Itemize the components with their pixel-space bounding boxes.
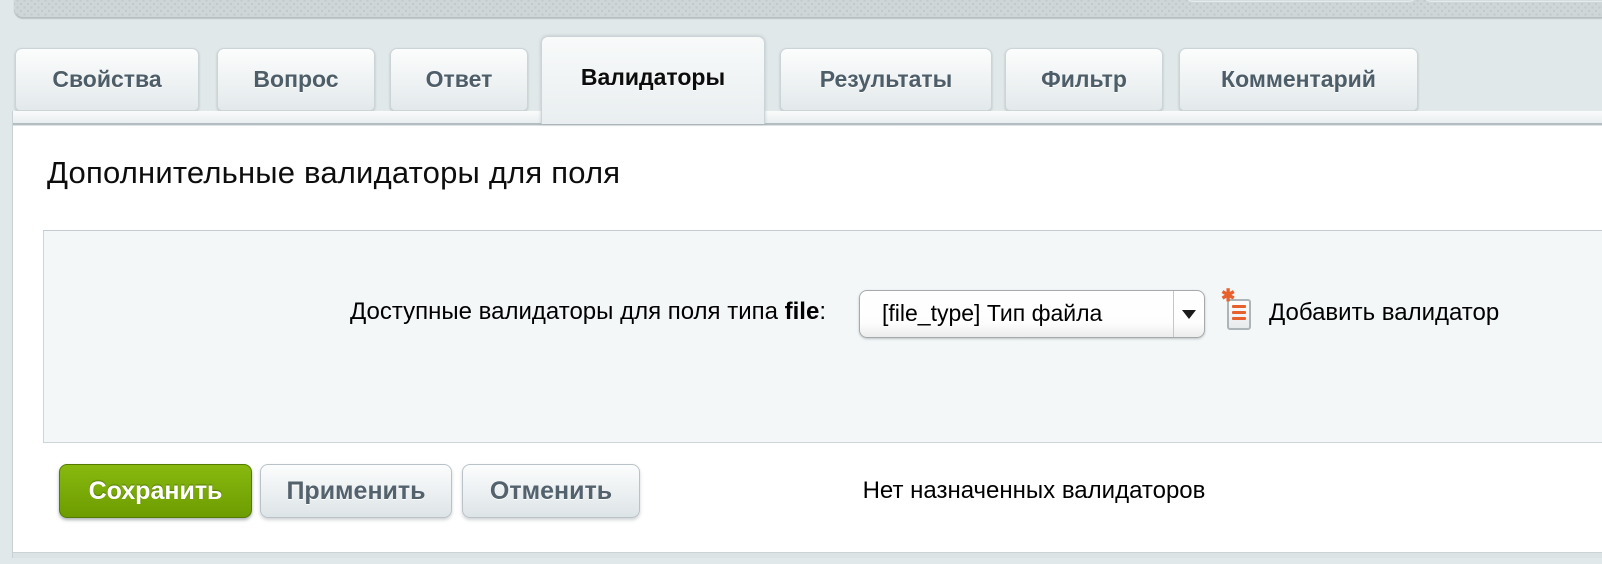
add-validator-link[interactable]: Добавить валидатор <box>1269 299 1499 327</box>
validator-select[interactable]: [file_type] Тип файла <box>859 290 1205 338</box>
tab-answer[interactable]: Ответ <box>390 48 528 111</box>
tab-shelf <box>13 111 1602 123</box>
available-validators-label: Доступные валидаторы для поля типа file: <box>44 298 826 326</box>
page-bottom-strip <box>13 552 1602 558</box>
tab-validators[interactable]: Валидаторы <box>541 36 765 124</box>
available-validators-row: Доступные валидаторы для поля типа file:… <box>44 289 1602 339</box>
tab-label: Комментарий <box>1221 66 1376 93</box>
tab-results[interactable]: Результаты <box>780 48 992 111</box>
tab-label: Валидаторы <box>581 64 725 91</box>
top-toolbar <box>14 0 1602 18</box>
tab-label: Ответ <box>426 66 493 93</box>
label-prefix: Доступные валидаторы для поля типа <box>350 298 785 325</box>
validators-panel: Доступные валидаторы для поля типа file:… <box>43 230 1602 443</box>
validator-select-value: [file_type] Тип файла <box>882 300 1102 327</box>
chevron-down-icon <box>1182 310 1196 319</box>
apply-button[interactable]: Применить <box>260 464 452 518</box>
select-arrow-zone[interactable] <box>1173 291 1204 337</box>
tab-label: Фильтр <box>1041 66 1127 93</box>
label-suffix: : <box>819 298 826 325</box>
field-type-name: file <box>785 298 820 325</box>
content-panel: Дополнительные валидаторы для поля Досту… <box>12 111 1602 558</box>
tab-properties[interactable]: Свойства <box>15 48 199 111</box>
tab-label: Свойства <box>52 66 161 93</box>
save-button[interactable]: Сохранить <box>59 464 252 518</box>
tab-label: Результаты <box>820 66 953 93</box>
page-title: Дополнительные валидаторы для поля <box>47 155 620 191</box>
tab-comment[interactable]: Комментарий <box>1179 48 1418 111</box>
tab-label: Вопрос <box>253 66 338 93</box>
tab-question[interactable]: Вопрос <box>217 48 375 111</box>
validators-settings-page: Свойства Вопрос Ответ Валидаторы Результ… <box>0 0 1602 564</box>
cancel-button[interactable]: Отменить <box>462 464 640 518</box>
toolbar-button-cutoff-1[interactable] <box>1186 0 1416 2</box>
panel-divider <box>13 123 1602 126</box>
toolbar-button-cutoff-2[interactable] <box>1424 0 1602 2</box>
add-document-icon[interactable]: ✱ <box>1224 292 1254 332</box>
tab-filter[interactable]: Фильтр <box>1005 48 1163 111</box>
action-buttons-row: Сохранить Применить Отменить <box>13 464 1602 518</box>
